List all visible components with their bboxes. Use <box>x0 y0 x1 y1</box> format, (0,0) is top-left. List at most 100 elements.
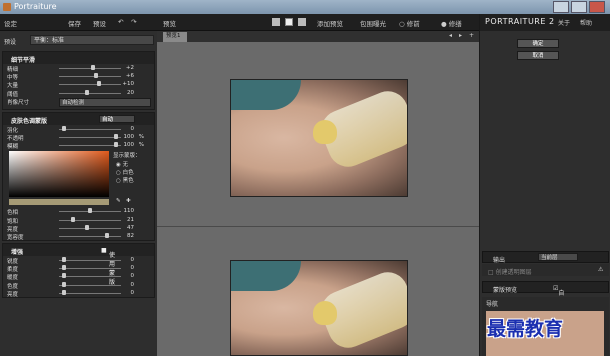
skin-slider-knob[interactable] <box>114 133 119 139</box>
detail-value[interactable]: 20 <box>127 90 134 96</box>
enhance-slider-track[interactable] <box>59 292 121 294</box>
enhance-slider-knob[interactable] <box>61 257 66 263</box>
detail-slider-track[interactable] <box>59 76 121 78</box>
add-preview-button[interactable]: 添加预览 <box>317 18 343 28</box>
skin-value[interactable]: 100 <box>124 134 135 140</box>
skin-slider-row: 羽化 0 <box>3 125 154 134</box>
hsl-slider-track[interactable] <box>59 235 121 237</box>
hsl-slider-knob[interactable] <box>105 232 110 238</box>
mask-preview-label: 蒙版预览 <box>493 287 518 294</box>
detail-value[interactable]: +6 <box>126 73 134 79</box>
detail-slider-track[interactable] <box>59 84 121 86</box>
hsl-value[interactable]: 21 <box>127 217 134 223</box>
enhance-value[interactable]: 0 <box>131 290 135 296</box>
output-section[interactable]: 输出 当前层 <box>482 251 609 264</box>
close-button[interactable] <box>589 1 605 13</box>
enhance-slider-track[interactable] <box>59 284 121 286</box>
skin-slider-track[interactable] <box>59 145 121 147</box>
detail-slider-knob[interactable] <box>96 81 101 87</box>
detail-slider-knob[interactable] <box>93 73 98 79</box>
preview-divider[interactable] <box>157 226 479 227</box>
enhance-slider-knob[interactable] <box>61 273 66 279</box>
create-layer-checkbox[interactable]: □ 创建透明图层 <box>488 267 532 276</box>
detail-section-header[interactable]: 细节平滑 <box>3 52 154 64</box>
ok-button[interactable]: 确定 <box>517 39 559 48</box>
detail-value[interactable]: +10 <box>122 81 134 87</box>
portraiture-window: Portraiture 设定 保存 预设 ↶ ↷ 预设 平衡：标准 细节平滑 精… <box>0 0 610 356</box>
hue-swatch-bar[interactable] <box>9 199 109 206</box>
skin-mode-select[interactable]: 自动 <box>99 114 135 123</box>
use-mask-checkbox[interactable]: ■ 使用蒙版 <box>101 247 115 286</box>
tab-scroll-left-icon[interactable]: ◂ <box>449 32 452 39</box>
mask-option-none[interactable]: ◉ 无 <box>116 160 128 168</box>
single-view-icon[interactable] <box>272 18 280 26</box>
portrait-size-select[interactable]: 自动检测 <box>59 97 151 107</box>
detail-value[interactable]: +2 <box>126 65 134 71</box>
enhance-value[interactable]: 0 <box>131 265 135 271</box>
warning-icon: ⚠ <box>598 266 604 273</box>
hsl-slider-knob[interactable] <box>70 216 75 222</box>
save-button[interactable]: 保存 <box>68 18 81 28</box>
redo-button[interactable]: ↷ <box>131 18 136 26</box>
detail-slider-track[interactable] <box>59 92 121 94</box>
preview-label: 预览 <box>163 20 176 28</box>
about-link[interactable]: 关于 <box>558 18 570 27</box>
enhance-slider-track[interactable] <box>59 260 121 262</box>
output-select[interactable]: 当前层 <box>538 253 578 261</box>
preset-select[interactable]: 平衡：标准 <box>30 35 154 45</box>
skin-slider-knob[interactable] <box>114 142 119 148</box>
enhance-value[interactable]: 0 <box>131 257 135 263</box>
mask-preview-section[interactable]: 蒙版预览 ☑ 自动展开 <box>482 281 609 324</box>
tab-scroll-right-icon[interactable]: ▸ <box>459 32 462 39</box>
minimize-button[interactable] <box>553 1 569 13</box>
skin-value[interactable]: 0 <box>131 126 135 132</box>
skin-slider-track[interactable] <box>59 128 121 130</box>
enhance-value[interactable]: 0 <box>131 282 135 288</box>
eyedropper-icon[interactable]: ✎ <box>116 198 121 204</box>
auto-open-checkbox[interactable]: ☑ 自动展开 <box>553 285 564 324</box>
enhance-slider-track[interactable] <box>59 268 121 270</box>
hsl-slider-knob[interactable] <box>88 208 92 214</box>
left-toolbar: 设定 保存 预设 ↶ ↷ <box>0 14 157 31</box>
enhance-slider-knob[interactable] <box>61 265 66 271</box>
enhance-value[interactable]: 0 <box>131 273 135 279</box>
detail-slider-knob[interactable] <box>85 89 90 95</box>
detail-slider-knob[interactable] <box>90 65 95 70</box>
left-settings-panel: 设定 保存 预设 ↶ ↷ 预设 平衡：标准 细节平滑 精细 +2 中等 +6 大量 +10… <box>0 14 157 356</box>
mask-option-white[interactable]: ○ 白色 <box>116 168 134 176</box>
maximize-button[interactable] <box>571 1 587 13</box>
skin-section-header[interactable]: 皮肤色调蒙版 自动 <box>3 112 154 125</box>
tab-add-icon[interactable]: + <box>469 32 474 39</box>
enhance-slider-track[interactable] <box>59 276 121 278</box>
enhance-slider-knob[interactable] <box>61 281 66 287</box>
preset-button[interactable]: 预设 <box>93 18 106 28</box>
split-vertical-icon[interactable] <box>298 18 306 26</box>
preview-area: 预览 添加预览 包围曝光 ○ 修前 ● 修缮 预览1 ◂ ▸ + <box>157 14 479 356</box>
preview-image-after[interactable] <box>230 260 408 356</box>
split-horizontal-icon[interactable] <box>285 18 293 26</box>
hsl-value[interactable]: 82 <box>127 233 134 239</box>
undo-button[interactable]: ↶ <box>118 18 123 26</box>
enhance-section-header[interactable]: 增强 ■ 使用蒙版 <box>3 244 154 286</box>
preview-image-before[interactable] <box>230 79 408 197</box>
skin-value[interactable]: 100 <box>124 142 135 148</box>
cancel-button[interactable]: 取消 <box>517 51 559 60</box>
color-gradient-field[interactable] <box>9 151 109 198</box>
before-radio[interactable]: ○ 修前 <box>399 18 420 28</box>
after-radio[interactable]: ● 修缮 <box>441 18 462 28</box>
enhance-label: 亮度 <box>7 291 19 298</box>
hsl-slider-track[interactable] <box>59 219 121 221</box>
eyedropper-plus-icon[interactable]: ✚ <box>126 198 131 204</box>
hsl-slider-track[interactable] <box>59 227 121 229</box>
mask-option-black[interactable]: ○ 黑色 <box>116 176 134 184</box>
hsl-value[interactable]: 110 <box>124 208 135 214</box>
skin-slider-track[interactable] <box>59 136 121 138</box>
hsl-slider-knob[interactable] <box>85 224 90 230</box>
clip-exposure-button[interactable]: 包围曝光 <box>360 18 386 28</box>
tab-preview-1[interactable]: 预览1 <box>163 32 187 42</box>
hsl-value[interactable]: 47 <box>127 225 134 231</box>
help-link[interactable]: 帮助 <box>580 18 592 27</box>
enhance-slider-knob[interactable] <box>61 289 66 295</box>
skin-slider-knob[interactable] <box>61 125 66 131</box>
detail-slider-row: 阈值 20 <box>3 89 154 98</box>
